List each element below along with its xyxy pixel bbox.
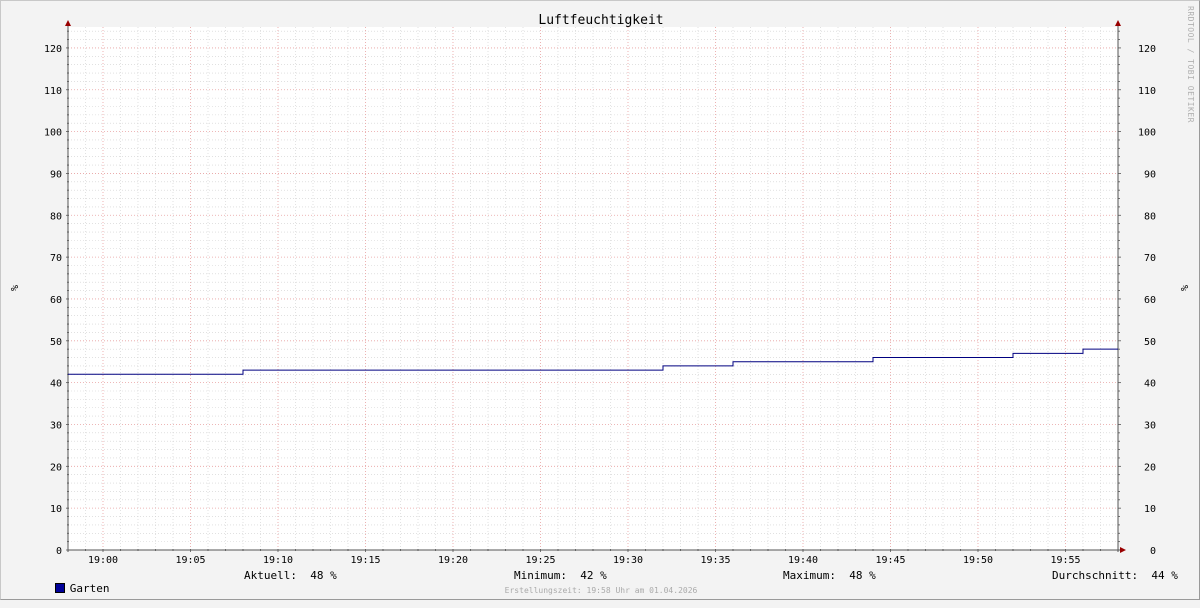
y-tick-label: 110 xyxy=(44,86,62,97)
x-tick-label: 19:50 xyxy=(963,555,993,566)
y-tick-label: 60 xyxy=(50,295,62,306)
legend-minimum: Minimum: 42 % xyxy=(514,569,607,582)
y-tick-label-right: 40 xyxy=(1144,379,1156,390)
x-tick-label: 19:30 xyxy=(613,555,643,566)
y-axis-label-right: % xyxy=(1178,285,1189,291)
y-tick-label-right: 0 xyxy=(1150,546,1156,557)
x-tick-label: 19:35 xyxy=(700,555,730,566)
y-tick-label-right: 30 xyxy=(1144,420,1156,431)
y-axis-arrow-left xyxy=(65,20,71,26)
x-tick-label: 19:25 xyxy=(525,555,555,566)
y-tick-label: 30 xyxy=(50,420,62,431)
y-tick-label: 100 xyxy=(44,128,62,139)
y-tick-label: 50 xyxy=(50,337,62,348)
y-tick-label-right: 60 xyxy=(1144,295,1156,306)
x-tick-label: 19:20 xyxy=(438,555,468,566)
y-axis-arrow-right xyxy=(1115,20,1121,26)
chart-title: Luftfeuchtigkeit xyxy=(538,13,663,28)
legend-swatch xyxy=(54,583,65,593)
y-tick-labels-left: 0 10 20 30 40 50 60 70 80 90 100 110 120 xyxy=(44,44,62,557)
rrdtool-watermark: RRDTOOL / TOBI OETIKER xyxy=(1186,6,1195,123)
minor-grid xyxy=(67,27,1119,550)
x-tick-label: 19:05 xyxy=(175,555,205,566)
y-tick-label: 80 xyxy=(50,211,62,222)
y-tick-label-right: 120 xyxy=(1138,44,1156,55)
x-tick-label: 19:45 xyxy=(875,555,905,566)
legend-durchschnitt: Durchschnitt: 44 % xyxy=(1052,569,1178,582)
legend-series: Garten xyxy=(15,569,110,608)
y-tick-label: 0 xyxy=(56,546,62,557)
chart-window: 0 10 20 30 40 50 60 70 80 90 100 110 120 0 10 20 30 40 50… xyxy=(0,0,1200,600)
y-tick-label-right: 10 xyxy=(1144,504,1156,515)
legend: Garten Aktuell: 48 % Minimum: 42 % Maxim… xyxy=(1,569,1200,595)
y-tick-labels-right: 0 10 20 30 40 50 60 70 80 90 100 110 120 xyxy=(1138,44,1156,557)
y-axis-label-left: % xyxy=(8,285,19,291)
legend-aktuell: Aktuell: 48 % xyxy=(244,569,337,582)
y-tick-label: 40 xyxy=(50,379,62,390)
x-tick-label: 19:00 xyxy=(88,555,118,566)
y-tick-label: 90 xyxy=(50,169,62,180)
x-tick-label: 19:55 xyxy=(1050,555,1080,566)
y-tick-label-right: 50 xyxy=(1144,337,1156,348)
y-tick-label-right: 70 xyxy=(1144,253,1156,264)
y-tick-label-right: 80 xyxy=(1144,211,1156,222)
legend-maximum: Maximum: 48 % xyxy=(783,569,876,582)
x-tick-label: 19:15 xyxy=(350,555,380,566)
y-tick-label: 10 xyxy=(50,504,62,515)
x-tick-label: 19:40 xyxy=(788,555,818,566)
y-tick-label-right: 110 xyxy=(1138,86,1156,97)
y-tick-label: 120 xyxy=(44,44,62,55)
creation-time-footer: Erstellungszeit: 19:58 Uhr am 01.04.2026 xyxy=(505,586,698,595)
y-tick-label: 20 xyxy=(50,462,62,473)
legend-series-label: Garten xyxy=(69,582,110,595)
x-axis-arrow xyxy=(1120,547,1126,553)
chart: 0 10 20 30 40 50 60 70 80 90 100 110 120 0 10 20 30 40 50… xyxy=(8,6,1195,595)
x-tick-labels: 19:00 19:05 19:10 19:15 19:20 19:25 19:30 19:35… xyxy=(88,555,1081,566)
y-tick-label-right: 20 xyxy=(1144,462,1156,473)
y-tick-label-right: 100 xyxy=(1138,128,1156,139)
y-tick-label: 70 xyxy=(50,253,62,264)
y-tick-label-right: 90 xyxy=(1144,169,1156,180)
x-tick-label: 19:10 xyxy=(263,555,293,566)
